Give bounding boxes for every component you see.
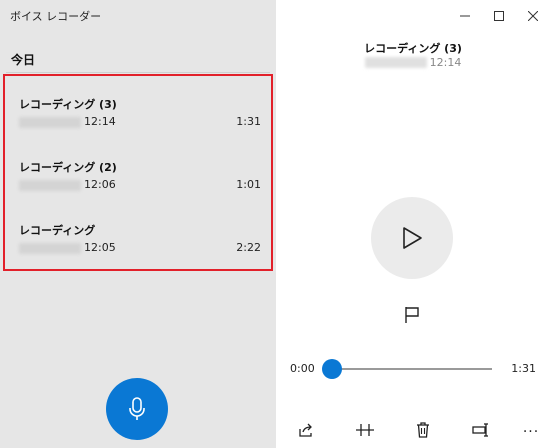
- recordings-pane: ボイス レコーダー 今日 レコーディング (3) 12:14 1:31 レコーデ…: [0, 0, 276, 448]
- record-button[interactable]: [106, 378, 168, 440]
- rename-icon: [472, 423, 488, 437]
- current-recording-title: レコーディング (3): [364, 42, 462, 55]
- current-recording-time: 12:14: [429, 56, 462, 69]
- delete-button[interactable]: [411, 420, 435, 440]
- recording-duration: 2:22: [236, 241, 261, 254]
- recording-date-blurred: [19, 243, 81, 254]
- recording-date-blurred: [19, 117, 81, 128]
- close-button[interactable]: [516, 0, 550, 32]
- more-options-button[interactable]: ...: [519, 416, 543, 440]
- recording-item[interactable]: レコーディング (3) 12:14 1:31: [5, 84, 271, 144]
- playback-duration: 1:31: [511, 362, 536, 375]
- close-icon: [528, 11, 538, 21]
- delete-icon: [417, 422, 429, 438]
- recording-duration: 1:01: [236, 178, 261, 191]
- recording-duration: 1:31: [236, 115, 261, 128]
- play-icon: [403, 227, 422, 249]
- recording-date-blurred: [19, 180, 81, 191]
- recording-name: レコーディング (2): [19, 161, 117, 174]
- recording-time: 12:06: [84, 178, 116, 191]
- divider: [6, 72, 270, 73]
- seek-track[interactable]: [332, 368, 492, 370]
- recording-item[interactable]: レコーディング 12:05 2:22: [5, 210, 271, 270]
- rename-button[interactable]: [469, 420, 493, 440]
- seek-thumb[interactable]: [322, 359, 342, 379]
- current-recording-date-blurred: [364, 57, 427, 68]
- minimize-icon: [460, 15, 470, 17]
- recording-list: レコーディング (3) 12:14 1:31 レコーディング (2) 12:06…: [3, 74, 273, 271]
- trim-button[interactable]: [353, 420, 377, 440]
- recording-time: 12:14: [84, 115, 116, 128]
- minimize-button[interactable]: [448, 0, 482, 32]
- share-icon: [299, 423, 312, 437]
- app-title: ボイス レコーダー: [10, 10, 102, 23]
- microphone-icon: [129, 397, 145, 420]
- recording-name: レコーディング: [19, 224, 96, 237]
- recording-time: 12:05: [84, 241, 116, 254]
- share-button[interactable]: [294, 420, 318, 440]
- recording-item[interactable]: レコーディング (2) 12:06 1:01: [5, 147, 271, 207]
- section-header-today: 今日: [11, 53, 36, 67]
- playback-position: 0:00: [290, 362, 315, 375]
- recording-name: レコーディング (3): [19, 98, 117, 111]
- trim-icon: [356, 424, 374, 436]
- window-controls: [448, 0, 550, 32]
- flag-icon: [405, 307, 419, 323]
- current-recording-meta: 12:14: [276, 56, 550, 69]
- maximize-icon: [494, 11, 504, 21]
- add-marker-button[interactable]: [402, 305, 422, 325]
- player-pane: レコーディング (3) 12:14 0:00 1:31 ...: [276, 0, 550, 448]
- play-button[interactable]: [371, 197, 453, 279]
- maximize-button[interactable]: [482, 0, 516, 32]
